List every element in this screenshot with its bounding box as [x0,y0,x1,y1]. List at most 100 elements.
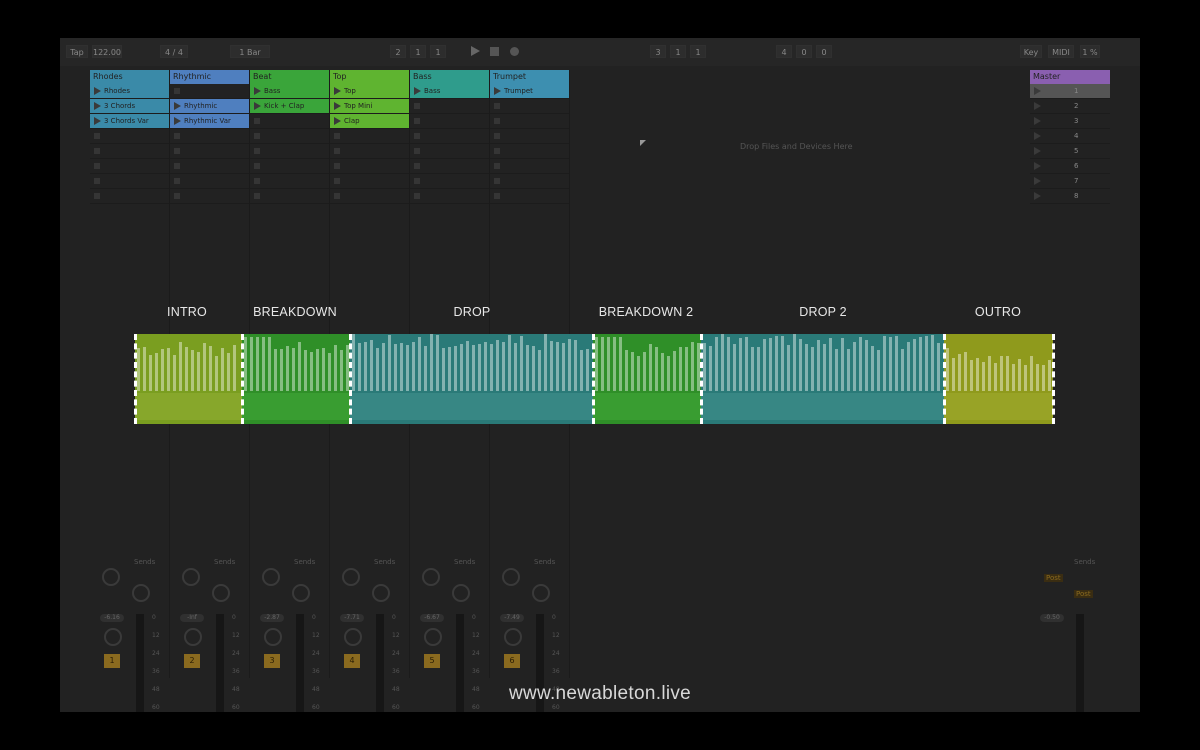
arrangement-section[interactable] [242,334,350,424]
clip-slot[interactable] [410,129,489,144]
clip-slot[interactable] [90,174,169,189]
clip-stop-icon[interactable] [494,178,500,184]
clip-play-icon[interactable] [494,87,501,95]
clip-slot[interactable] [90,159,169,174]
clip-slot[interactable]: 3 Chords [90,99,169,114]
scene-launch[interactable]: 6 [1030,159,1110,174]
record-icon[interactable] [510,47,519,56]
tempo-field[interactable]: 122.00 [92,45,122,58]
clip-play-icon[interactable] [94,117,101,125]
scene-launch[interactable]: 7 [1030,174,1110,189]
track-volume[interactable]: -2.87 [260,614,284,622]
clip-slot[interactable] [490,114,569,129]
position-sixteenth[interactable]: 1 [430,45,446,58]
loop-start-beat[interactable]: 1 [670,45,686,58]
track-activator-button[interactable]: 3 [264,654,280,668]
arrangement-section[interactable] [350,334,593,424]
clip-stop-icon[interactable] [494,103,500,109]
scene-launch[interactable]: 1 [1030,84,1110,99]
clip-slot[interactable] [490,99,569,114]
arrangement-section[interactable] [944,334,1053,424]
pan-knob[interactable] [264,628,282,646]
midi-map-button[interactable]: MIDI [1048,45,1074,58]
clip-stop-icon[interactable] [414,103,420,109]
send-b-knob[interactable] [532,584,550,602]
send-a-knob[interactable] [422,568,440,586]
scene-play-icon[interactable] [1034,132,1041,140]
pan-knob[interactable] [504,628,522,646]
position-beat[interactable]: 1 [410,45,426,58]
clip-slot[interactable] [170,159,249,174]
send-a-knob[interactable] [262,568,280,586]
track-activator-button[interactable]: 4 [344,654,360,668]
track-volume[interactable]: -6.67 [420,614,444,622]
clip-slot[interactable] [170,174,249,189]
clip-stop-icon[interactable] [414,163,420,169]
clip-slot[interactable] [170,189,249,204]
clip-slot[interactable] [410,189,489,204]
clip-play-icon[interactable] [334,87,341,95]
clip-slot[interactable] [250,189,329,204]
clip-stop-icon[interactable] [334,163,340,169]
clip-slot[interactable] [250,159,329,174]
track-volume[interactable]: -6.16 [100,614,124,622]
clip-stop-icon[interactable] [174,178,180,184]
arrangement-section[interactable] [593,334,701,424]
master-track-title[interactable]: Master [1030,70,1110,84]
clip-stop-icon[interactable] [414,118,420,124]
clip-slot[interactable]: Rhythmic [170,99,249,114]
arrangement-section[interactable] [135,334,242,424]
pan-knob[interactable] [344,628,362,646]
scene-play-icon[interactable] [1034,102,1041,110]
clip-slot[interactable] [490,159,569,174]
clip-slot[interactable] [410,99,489,114]
clip-stop-icon[interactable] [254,178,260,184]
clip-stop-icon[interactable] [254,148,260,154]
clip-stop-icon[interactable] [414,133,420,139]
clip-stop-icon[interactable] [94,148,100,154]
clip-slot[interactable]: Top [330,84,409,99]
scene-launch[interactable]: 4 [1030,129,1110,144]
send-b-knob[interactable] [132,584,150,602]
send-b-knob[interactable] [292,584,310,602]
clip-stop-icon[interactable] [494,163,500,169]
clip-play-icon[interactable] [254,102,261,110]
send-a-knob[interactable] [342,568,360,586]
loop-start-bar[interactable]: 3 [650,45,666,58]
clip-slot[interactable]: Rhodes [90,84,169,99]
clip-play-icon[interactable] [334,117,341,125]
clip-stop-icon[interactable] [174,133,180,139]
track-title[interactable]: Rhodes [90,70,169,84]
scene-play-icon[interactable] [1034,177,1041,185]
clip-stop-icon[interactable] [334,133,340,139]
clip-slot[interactable] [410,174,489,189]
clip-slot[interactable]: Trumpet [490,84,569,99]
post-toggle-b[interactable]: Post [1074,590,1093,598]
clip-stop-icon[interactable] [174,163,180,169]
position-bar[interactable]: 2 [390,45,406,58]
clip-slot[interactable]: Bass [410,84,489,99]
clip-stop-icon[interactable] [334,178,340,184]
clip-slot[interactable] [490,129,569,144]
send-a-knob[interactable] [182,568,200,586]
clip-slot[interactable] [330,159,409,174]
clip-stop-icon[interactable] [94,178,100,184]
master-volume[interactable]: -0.50 [1040,614,1064,622]
clip-slot[interactable]: Top Mini [330,99,409,114]
clip-slot[interactable] [490,174,569,189]
loop-start-sixteenth[interactable]: 1 [690,45,706,58]
clip-stop-icon[interactable] [254,118,260,124]
clip-slot[interactable] [250,129,329,144]
clip-stop-icon[interactable] [174,193,180,199]
track-activator-button[interactable]: 5 [424,654,440,668]
track-title[interactable]: Rhythmic [170,70,249,84]
clip-stop-icon[interactable] [94,193,100,199]
send-b-knob[interactable] [372,584,390,602]
clip-stop-icon[interactable] [174,148,180,154]
clip-slot[interactable] [330,174,409,189]
loop-length-beat[interactable]: 0 [796,45,812,58]
clip-stop-icon[interactable] [334,148,340,154]
clip-stop-icon[interactable] [94,163,100,169]
send-b-knob[interactable] [452,584,470,602]
clip-stop-icon[interactable] [494,148,500,154]
